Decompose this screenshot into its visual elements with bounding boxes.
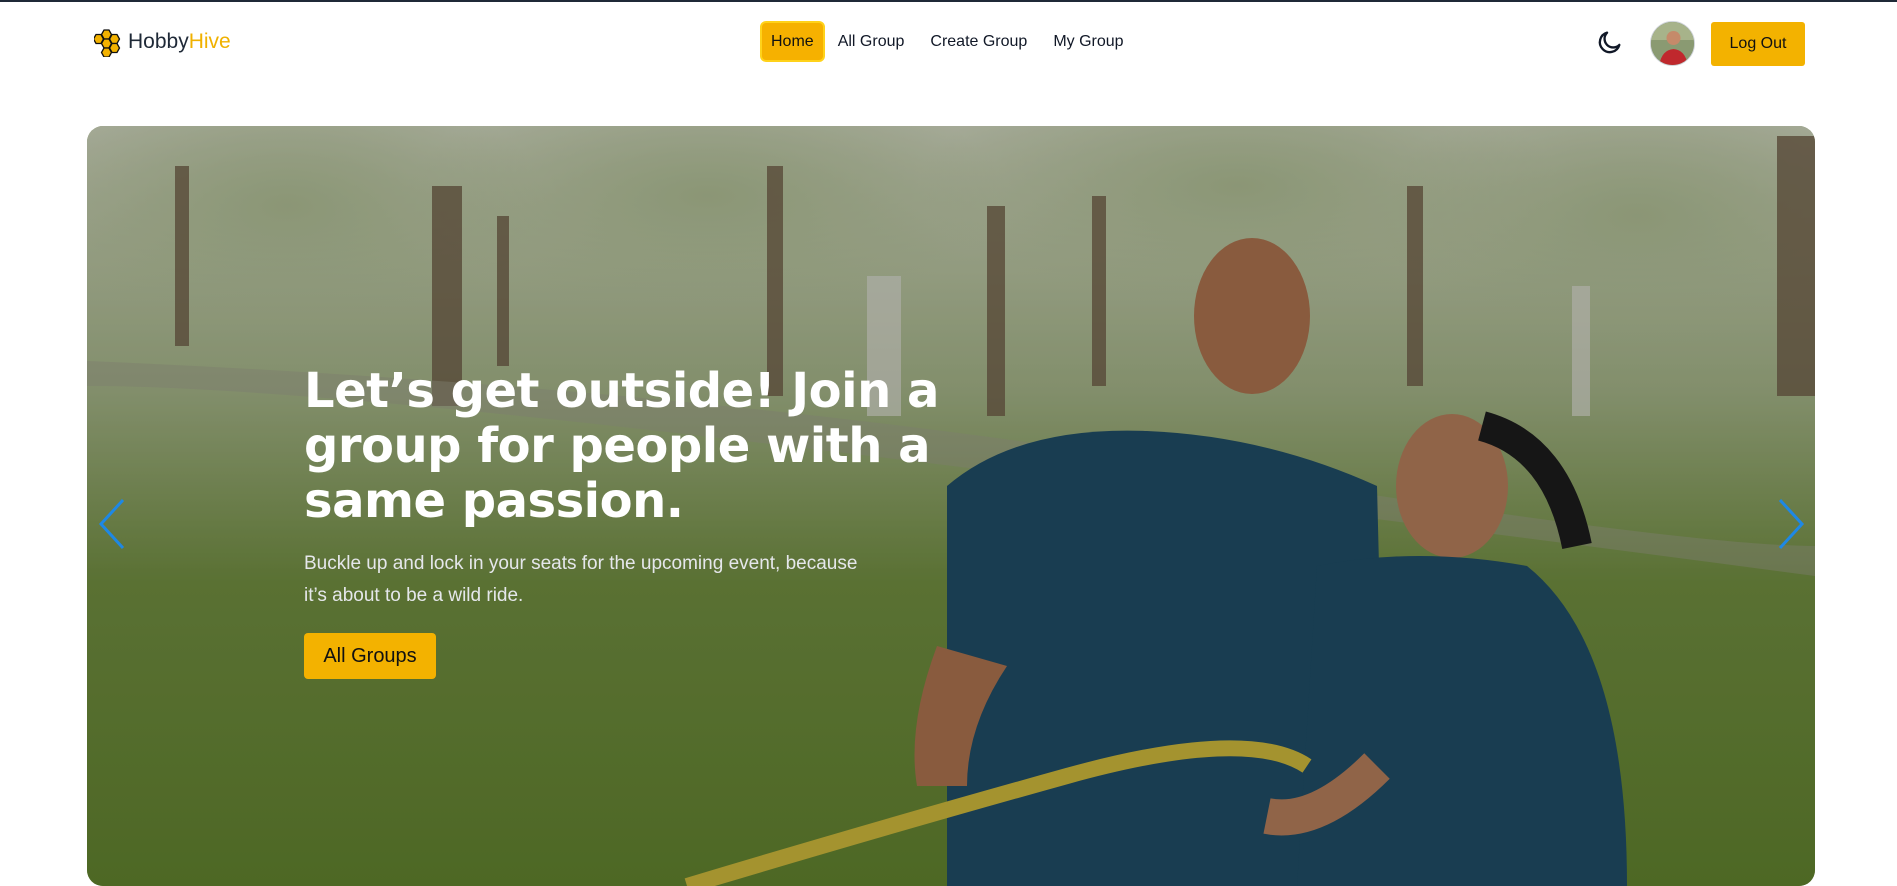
brand-logo[interactable]: Hobby Hive <box>94 26 231 58</box>
nav-my-group[interactable]: My Group <box>1040 22 1136 62</box>
nav-all-group[interactable]: All Group <box>825 22 918 62</box>
hero-heading: Let’s get outside! Join a group for peop… <box>304 363 939 529</box>
logout-button[interactable]: Log Out <box>1711 22 1805 66</box>
navbar: Hobby Hive Home All Group Create Group My… <box>0 2 1897 82</box>
nav-home[interactable]: Home <box>760 21 825 62</box>
nav-create-group[interactable]: Create Group <box>917 22 1040 62</box>
brand-name-first: Hobby <box>128 30 189 53</box>
chevron-right-icon[interactable] <box>1770 494 1810 554</box>
hero-subtext: Buckle up and lock in your seats for the… <box>304 553 858 606</box>
hero-carousel: Let’s get outside! Join a group for peop… <box>87 126 1815 886</box>
main-nav: Home All Group Create Group My Group <box>760 21 1137 62</box>
user-avatar[interactable] <box>1650 21 1695 66</box>
chevron-left-icon[interactable] <box>93 494 133 554</box>
honeycomb-icon <box>94 29 121 57</box>
all-groups-button[interactable]: All Groups <box>304 633 436 679</box>
moon-icon[interactable] <box>1596 28 1624 56</box>
brand-name-second: Hive <box>188 30 231 53</box>
